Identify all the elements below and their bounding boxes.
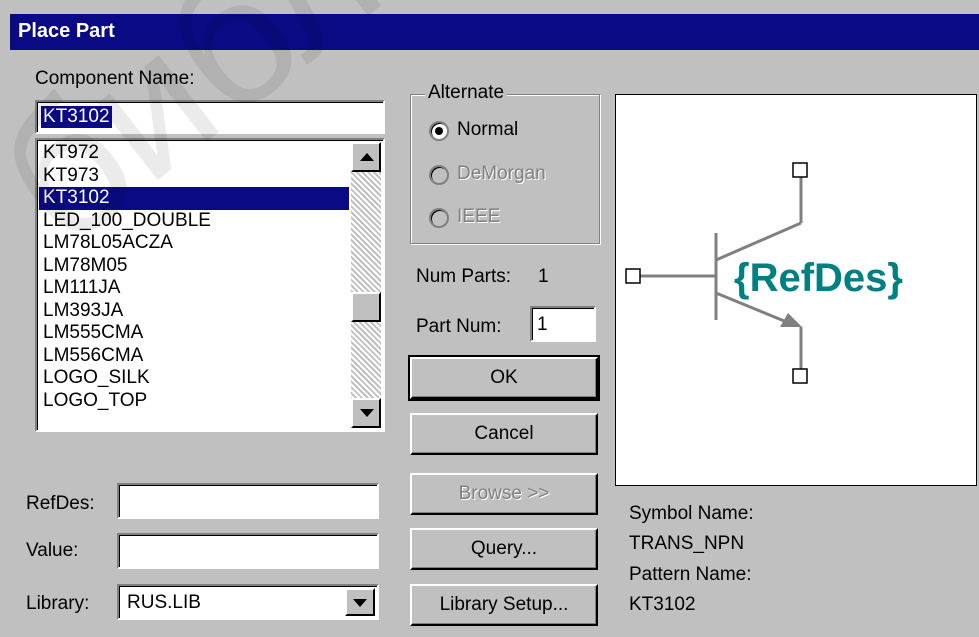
down-arrow-icon [360, 409, 374, 417]
list-item[interactable]: LM78L05ACZA [39, 232, 349, 255]
component-name-label: Component Name: [35, 68, 195, 89]
part-num-value: 1 [537, 314, 548, 335]
query-button[interactable]: Query... [410, 528, 598, 570]
pattern-name-label: Pattern Name: [629, 564, 752, 585]
list-item[interactable]: LM393JA [39, 300, 349, 323]
scroll-down-button[interactable] [351, 398, 381, 428]
browse-button[interactable]: Browse >> [410, 473, 598, 515]
chevron-down-icon [353, 599, 367, 607]
symbol-name-label: Symbol Name: [629, 503, 754, 524]
list-item[interactable]: KT972 [39, 142, 349, 165]
num-parts-label: Num Parts: [416, 266, 512, 287]
npn-transistor-icon: {RefDes} [625, 162, 903, 384]
dialog-title: Place Part [18, 20, 115, 42]
transistor-collector-line [715, 221, 802, 262]
radio-ieee-label: IEEE [457, 206, 501, 227]
component-name-input[interactable]: KT3102 [35, 100, 385, 134]
library-setup-button[interactable]: Library Setup... [410, 584, 598, 626]
place-part-dialog: Place Part Component Name: KT3102 KT972 K… [0, 0, 979, 637]
list-scrollbar[interactable] [351, 142, 381, 428]
list-item[interactable]: LM111JA [39, 277, 349, 300]
list-item[interactable]: LM555CMA [39, 322, 349, 345]
list-item[interactable]: LM78M05 [39, 255, 349, 278]
part-num-label: Part Num: [416, 316, 502, 337]
value-label: Value: [26, 540, 79, 561]
list-item[interactable]: LOGO_SILK [39, 367, 349, 390]
ok-button[interactable]: OK [408, 355, 600, 401]
list-item[interactable]: LM556CMA [39, 345, 349, 368]
alternate-group: Alternate Normal DeMorgan IEEE [410, 82, 600, 244]
refdes-label: RefDes: [26, 493, 95, 514]
value-input[interactable] [117, 533, 379, 569]
refdes-text: {RefDes} [734, 256, 903, 300]
collector-pin [792, 162, 808, 178]
radio-ieee[interactable] [429, 208, 449, 228]
scroll-thumb[interactable] [351, 292, 381, 322]
list-item[interactable]: KT3102 [39, 187, 349, 210]
title-bar: Place Part [10, 14, 979, 50]
symbol-preview: {RefDes} [615, 94, 977, 486]
library-dropdown-button[interactable] [345, 588, 375, 616]
library-select-value: RUS.LIB [127, 592, 201, 613]
refdes-input[interactable] [117, 483, 379, 519]
list-item[interactable]: LED_100_DOUBLE [39, 210, 349, 233]
base-pin [625, 268, 641, 284]
radio-demorgan-label: DeMorgan [457, 163, 546, 184]
part-num-input[interactable]: 1 [530, 306, 596, 342]
library-select[interactable]: RUS.LIB [117, 584, 379, 620]
emitter-pin [792, 368, 808, 384]
list-item[interactable]: KT973 [39, 165, 349, 188]
pattern-name-value: KT3102 [629, 594, 696, 615]
scroll-up-button[interactable] [351, 142, 381, 172]
radio-normal[interactable] [429, 121, 449, 141]
component-list-items: KT972 KT973 KT3102 LED_100_DOUBLE LM78L05ACZ… [39, 142, 349, 412]
component-list[interactable]: KT972 KT973 KT3102 LED_100_DOUBLE LM78L05ACZ… [35, 138, 385, 432]
alternate-group-label: Alternate [425, 82, 508, 104]
component-name-value: KT3102 [41, 106, 112, 128]
cancel-button[interactable]: Cancel [410, 413, 598, 455]
radio-normal-label: Normal [457, 119, 519, 140]
symbol-name-value: TRANS_NPN [629, 533, 745, 554]
num-parts-value: 1 [538, 266, 549, 287]
list-item[interactable]: LOGO_TOP [39, 390, 349, 413]
library-label: Library: [26, 593, 90, 614]
up-arrow-icon [360, 153, 374, 161]
radio-demorgan[interactable] [429, 165, 449, 185]
